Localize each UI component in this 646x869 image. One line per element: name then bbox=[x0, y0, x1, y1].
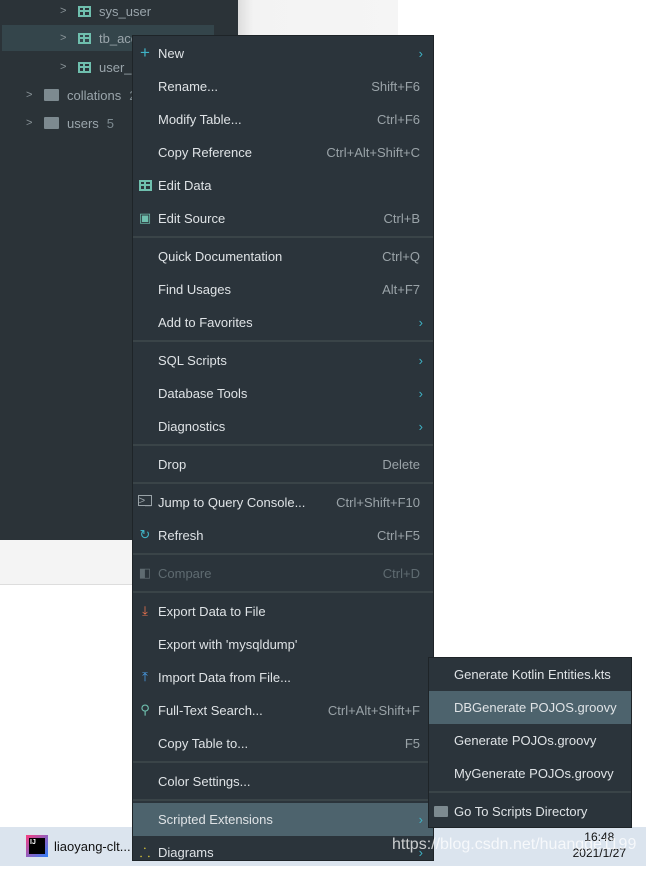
chevron-right-icon: > bbox=[60, 61, 67, 73]
import-icon: ⤒ bbox=[142, 669, 148, 684]
edit-source-icon: ▣ bbox=[138, 210, 152, 225]
table-icon bbox=[138, 178, 152, 192]
menu-item-edit-source[interactable]: ▣ Edit Source Ctrl+B bbox=[133, 202, 433, 235]
menu-item-diagrams[interactable]: ⸫ Diagrams › bbox=[133, 836, 433, 869]
menu-item-import-data[interactable]: ⤒ Import Data from File... bbox=[133, 661, 433, 694]
menu-item-color-settings[interactable]: Color Settings... bbox=[133, 765, 433, 798]
refresh-icon: ↻ bbox=[139, 527, 151, 542]
menu-item-find-usages[interactable]: Find Usages Alt+F7 bbox=[133, 273, 433, 306]
menu-item-scripted-extensions[interactable]: Scripted Extensions › bbox=[133, 803, 433, 836]
chevron-right-icon: › bbox=[418, 46, 423, 61]
chevron-right-icon: › bbox=[418, 812, 423, 827]
menu-item-export-data[interactable]: ⤓ Export Data to File bbox=[133, 595, 433, 628]
chevron-right-icon: > bbox=[60, 5, 67, 17]
export-icon: ⤓ bbox=[142, 603, 148, 618]
table-icon bbox=[78, 5, 91, 17]
menu-item-diagnostics[interactable]: Diagnostics › bbox=[133, 410, 433, 443]
panel-background bbox=[0, 540, 132, 585]
folder-icon bbox=[434, 804, 448, 818]
table-icon bbox=[78, 61, 91, 73]
chevron-right-icon: › bbox=[418, 419, 423, 434]
menu-item-copy-table[interactable]: Copy Table to... F5 bbox=[133, 727, 433, 760]
table-icon bbox=[78, 32, 91, 44]
menu-item-modify-table[interactable]: Modify Table... Ctrl+F6 bbox=[133, 103, 433, 136]
folder-icon bbox=[44, 89, 59, 101]
watermark: https://blog.csdn.net/huangge1199 bbox=[392, 836, 637, 853]
submenu-item-dbgenerate-pojos[interactable]: DBGenerate POJOS.groovy bbox=[429, 691, 631, 724]
scripted-extensions-submenu: Generate Kotlin Entities.kts DBGenerate … bbox=[428, 657, 632, 828]
plus-icon: + bbox=[140, 43, 150, 62]
menu-item-quick-documentation[interactable]: Quick Documentation Ctrl+Q bbox=[133, 240, 433, 273]
menu-item-copy-reference[interactable]: Copy Reference Ctrl+Alt+Shift+C bbox=[133, 136, 433, 169]
compare-icon: ◧ bbox=[138, 565, 152, 580]
folder-icon bbox=[44, 117, 59, 129]
chevron-right-icon: > bbox=[26, 117, 33, 129]
chevron-right-icon: > bbox=[60, 32, 67, 44]
menu-item-export-mysqldump[interactable]: Export with 'mysqldump' bbox=[133, 628, 433, 661]
intellij-icon: IJ bbox=[26, 835, 48, 857]
tree-item-users[interactable]: > users 5 bbox=[26, 110, 114, 136]
tree-item-user-i[interactable]: > user_i bbox=[60, 54, 134, 80]
menu-item-sql-scripts[interactable]: SQL Scripts › bbox=[133, 344, 433, 377]
submenu-item-go-to-scripts[interactable]: Go To Scripts Directory bbox=[429, 795, 631, 828]
tree-item-sys-user[interactable]: > sys_user bbox=[60, 0, 151, 24]
taskbar-app-intellij[interactable]: IJ liaoyang-clt... bbox=[26, 835, 131, 857]
menu-item-rename[interactable]: Rename... Shift+F6 bbox=[133, 70, 433, 103]
menu-item-add-to-favorites[interactable]: Add to Favorites › bbox=[133, 306, 433, 339]
menu-item-jump-to-console[interactable]: >_ Jump to Query Console... Ctrl+Shift+F10 bbox=[133, 486, 433, 519]
menu-item-edit-data[interactable]: Edit Data bbox=[133, 169, 433, 202]
menu-item-database-tools[interactable]: Database Tools › bbox=[133, 377, 433, 410]
console-icon: >_ bbox=[138, 494, 152, 507]
submenu-item-mygenerate-pojos[interactable]: MyGenerate POJOs.groovy bbox=[429, 757, 631, 790]
chevron-right-icon: > bbox=[26, 89, 33, 101]
chevron-right-icon: › bbox=[418, 386, 423, 401]
context-menu: + New › Rename... Shift+F6 Modify Table... C… bbox=[132, 35, 434, 861]
chevron-right-icon: › bbox=[418, 353, 423, 368]
menu-item-full-text-search[interactable]: ⚲ Full-Text Search... Ctrl+Alt+Shift+F bbox=[133, 694, 433, 727]
chevron-right-icon: › bbox=[418, 315, 423, 330]
menu-item-new[interactable]: + New › bbox=[133, 37, 433, 70]
search-icon: ⚲ bbox=[140, 702, 150, 717]
diagram-icon: ⸫ bbox=[139, 845, 151, 860]
menu-item-drop[interactable]: Drop Delete bbox=[133, 448, 433, 481]
menu-item-refresh[interactable]: ↻ Refresh Ctrl+F5 bbox=[133, 519, 433, 552]
submenu-item-generate-kotlin[interactable]: Generate Kotlin Entities.kts bbox=[429, 658, 631, 691]
tree-item-collations[interactable]: >collations22 bbox=[26, 82, 144, 108]
menu-item-compare: ◧ Compare Ctrl+D bbox=[138, 565, 420, 581]
submenu-item-generate-pojos[interactable]: Generate POJOs.groovy bbox=[429, 724, 631, 757]
